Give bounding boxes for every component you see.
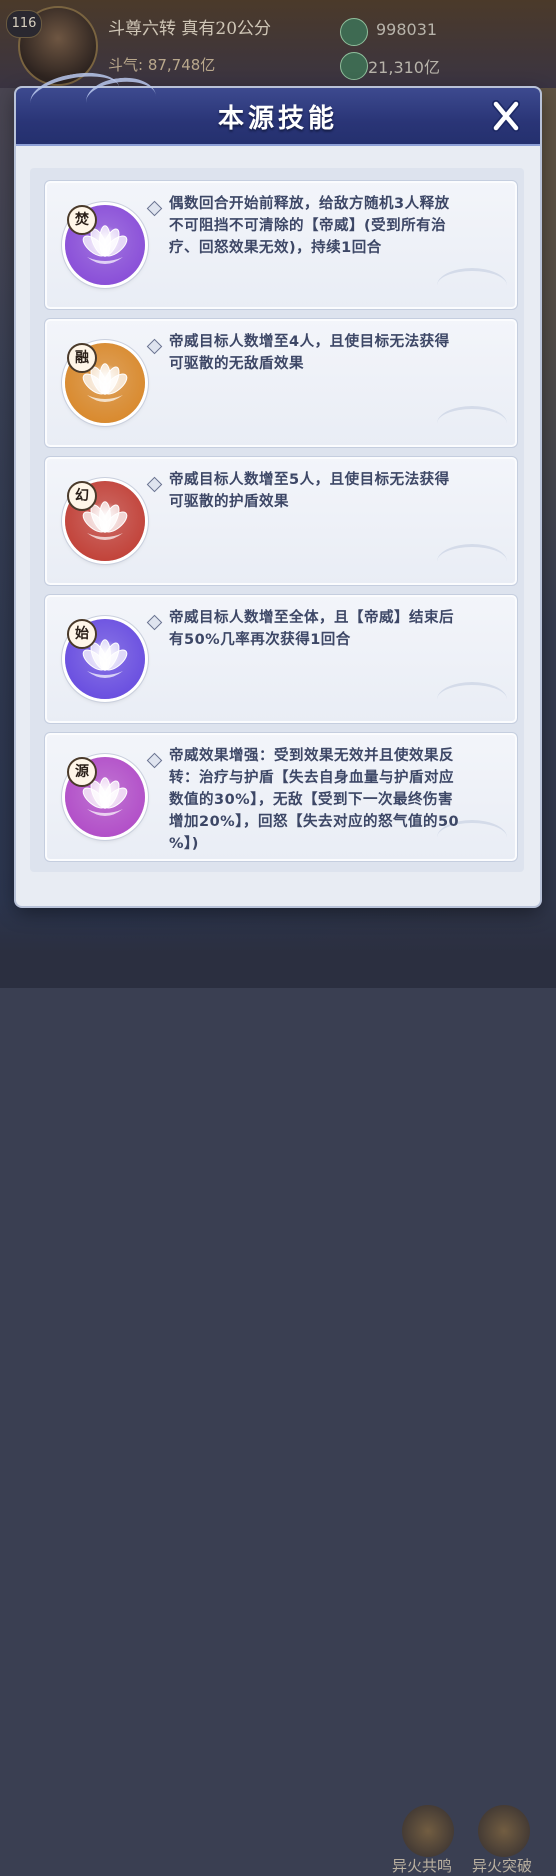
close-button[interactable] (486, 98, 526, 134)
skill-glyph-badge: 始 (67, 619, 97, 649)
skill-description: 偶数回合开始前释放，给敌方随机3人释放 不可阻挡不可清除的【帝威】(受到所有治 … (169, 193, 499, 259)
desc-line: 数值的30%】，无敌【受到下一次最终伤害 (169, 792, 453, 808)
bottom-bar: 异火共鸣 异火突破 (0, 900, 556, 1875)
desc-line: 疗、回怒效果无效)，持续1回合 (169, 240, 382, 256)
skill-icon-yuan[interactable]: 源 (65, 757, 145, 837)
skill-card-yuan: 源 帝威效果增强：受到效果无效并且使效果反 转：治疗与护盾【失去自身血量与护盾对… (44, 732, 518, 862)
card-swirl-decoration (437, 268, 507, 303)
gem-icon (340, 52, 368, 80)
currency-value: 998031 (376, 20, 438, 39)
bullet-diamond-icon (146, 338, 163, 355)
flame-breakthrough-button[interactable]: 异火突破 (472, 1855, 532, 1876)
skill-glyph-badge: 幻 (67, 481, 97, 511)
skill-glyph-badge: 融 (67, 343, 97, 373)
dialog-header: 本源技能 (16, 66, 540, 146)
card-swirl-decoration (437, 544, 507, 579)
bullet-diamond-icon (146, 476, 163, 493)
bullet-diamond-icon (146, 614, 163, 631)
flame-breakthrough-icon (478, 1805, 530, 1857)
desc-line: 不可阻挡不可清除的【帝威】(受到所有治 (169, 218, 447, 234)
desc-line: 转：治疗与护盾【失去自身血量与护盾对应 (169, 770, 454, 786)
gem-value: 21,310亿 (368, 58, 440, 77)
desc-line: 有50%几率再次获得1回合 (169, 632, 351, 648)
desc-line: 帝威效果增强：受到效果无效并且使效果反 (169, 748, 454, 764)
bullet-diamond-icon (146, 200, 163, 217)
card-swirl-decoration (437, 406, 507, 441)
card-swirl-decoration (437, 682, 507, 717)
player-name: 斗尊六转 真有20公分 (108, 19, 272, 39)
skill-list[interactable]: 焚 偶数回合开始前释放，给敌方随机3人释放 不可阻挡不可清除的【帝威】(受到所有… (30, 168, 524, 872)
bullet-diamond-icon (146, 752, 163, 769)
skill-icon-huan[interactable]: 幻 (65, 481, 145, 561)
desc-line: 帝威目标人数增至4人，且使目标无法获得 (169, 334, 450, 350)
skill-icon-shi[interactable]: 始 (65, 619, 145, 699)
skill-card-shi: 始 帝威目标人数增至全体，且【帝威】结束后 有50%几率再次获得1回合 (44, 594, 518, 724)
desc-line: 可驱散的无敌盾效果 (169, 356, 304, 372)
skill-glyph-badge: 焚 (67, 205, 97, 235)
desc-line: 帝威目标人数增至5人，且使目标无法获得 (169, 472, 450, 488)
player-level-badge: 116 (6, 10, 42, 38)
skill-icon-rong[interactable]: 融 (65, 343, 145, 423)
skill-icon-fen[interactable]: 焚 (65, 205, 145, 285)
flame-resonance-icon (402, 1805, 454, 1857)
desc-line: 增加20%】，回怒【失去对应的怒气值的50 (169, 814, 460, 830)
currency-icon (340, 18, 368, 46)
skill-glyph-badge: 源 (67, 757, 97, 787)
skill-description: 帝威效果增强：受到效果无效并且使效果反 转：治疗与护盾【失去自身血量与护盾对应 … (169, 745, 499, 855)
skill-description: 帝威目标人数增至全体，且【帝威】结束后 有50%几率再次获得1回合 (169, 607, 499, 651)
skill-card-fen: 焚 偶数回合开始前释放，给敌方随机3人释放 不可阻挡不可清除的【帝威】(受到所有… (44, 180, 518, 310)
close-icon (492, 100, 520, 132)
origin-skill-dialog: 本源技能 焚 偶数回合开始前释放，给敌方随机3人释放 不可阻挡不可清除的【帝威】… (16, 66, 540, 906)
desc-line: 帝威目标人数增至全体，且【帝威】结束后 (169, 610, 454, 626)
desc-line: 偶数回合开始前释放，给敌方随机3人释放 (169, 196, 450, 212)
player-power: 斗气: 87,748亿 (108, 56, 216, 74)
flame-resonance-button[interactable]: 异火共鸣 (392, 1855, 452, 1876)
dialog-title: 本源技能 (217, 104, 338, 134)
desc-line: 可驱散的护盾效果 (169, 494, 289, 510)
desc-line: %】) (169, 836, 199, 852)
skill-description: 帝威目标人数增至4人，且使目标无法获得 可驱散的无敌盾效果 (169, 331, 499, 375)
skill-card-rong: 融 帝威目标人数增至4人，且使目标无法获得 可驱散的无敌盾效果 (44, 318, 518, 448)
skill-description: 帝威目标人数增至5人，且使目标无法获得 可驱散的护盾效果 (169, 469, 499, 513)
skill-card-huan: 幻 帝威目标人数增至5人，且使目标无法获得 可驱散的护盾效果 (44, 456, 518, 586)
